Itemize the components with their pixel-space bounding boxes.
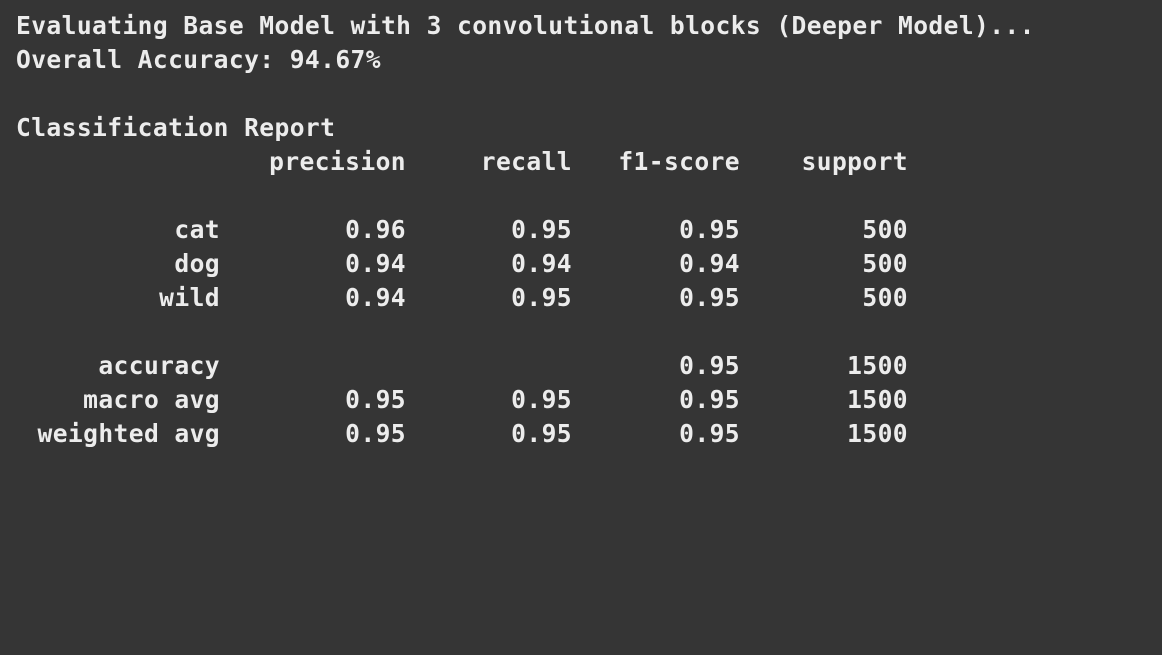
recall-value: 0.95	[511, 215, 572, 244]
header-line: Evaluating Base Model with 3 convolution…	[16, 11, 1035, 40]
column-header-support: support	[801, 147, 908, 176]
support-value: 1500	[847, 351, 908, 380]
accuracy-line: Overall Accuracy: 94.67%	[16, 45, 381, 74]
support-value: 500	[862, 283, 908, 312]
report-title: Classification Report	[16, 113, 336, 142]
f1-score-value: 0.95	[679, 351, 740, 380]
row-label: weighted avg	[37, 419, 220, 448]
precision-value: 0.94	[345, 283, 406, 312]
f1-score-value: 0.95	[679, 385, 740, 414]
column-header-precision: precision	[269, 147, 406, 176]
column-header-recall: recall	[480, 147, 572, 176]
precision-value: 0.94	[345, 249, 406, 278]
support-value: 500	[862, 249, 908, 278]
support-value: 1500	[847, 385, 908, 414]
report-row-accuracy: accuracy 0.95 1500	[16, 349, 1162, 383]
f1-score-value: 0.95	[679, 419, 740, 448]
support-value: 500	[862, 215, 908, 244]
f1-score-value: 0.95	[679, 283, 740, 312]
precision-value: 0.95	[345, 419, 406, 448]
report-row-macro-avg: macro avg 0.95 0.95 0.95 1500	[16, 383, 1162, 417]
terminal-window: { "output": { "header_line": "Evaluating…	[0, 0, 1162, 470]
row-label: accuracy	[98, 351, 220, 380]
report-header-row: precision recall f1-score support	[16, 145, 1162, 179]
report-row-dog: dog 0.94 0.94 0.94 500	[16, 247, 1162, 281]
row-label: macro avg	[83, 385, 220, 414]
f1-score-value: 0.94	[679, 249, 740, 278]
recall-value: 0.95	[511, 419, 572, 448]
report-row-wild: wild 0.94 0.95 0.95 500	[16, 281, 1162, 315]
precision-value: 0.95	[345, 385, 406, 414]
report-row-cat: cat 0.96 0.95 0.95 500	[16, 213, 1162, 247]
f1-score-value: 0.95	[679, 215, 740, 244]
row-label: wild	[159, 283, 220, 312]
recall-value: 0.94	[511, 249, 572, 278]
recall-value: 0.95	[511, 283, 572, 312]
column-header-f1-score: f1-score	[618, 147, 740, 176]
recall-value: 0.95	[511, 385, 572, 414]
row-label: cat	[174, 215, 220, 244]
precision-value: 0.96	[345, 215, 406, 244]
report-row-weighted-avg: weighted avg 0.95 0.95 0.95 1500	[16, 417, 1162, 451]
terminal-output: Evaluating Base Model with 3 convolution…	[16, 9, 1162, 451]
row-label: dog	[174, 249, 220, 278]
support-value: 1500	[847, 419, 908, 448]
